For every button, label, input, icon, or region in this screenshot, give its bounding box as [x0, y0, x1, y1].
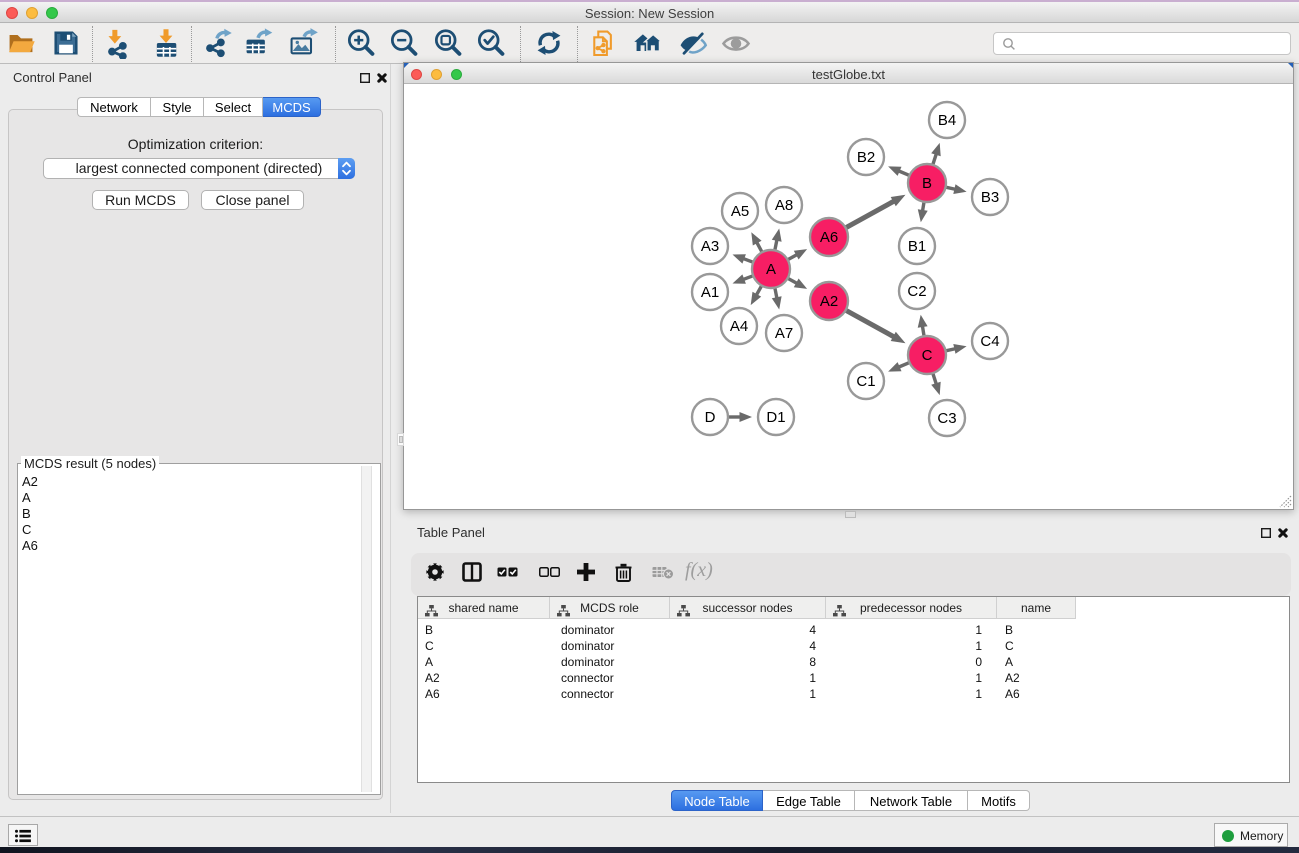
svg-text:A3: A3	[701, 238, 719, 255]
svg-text:C2: C2	[907, 283, 926, 300]
svg-text:A6: A6	[820, 229, 838, 246]
svg-text:A8: A8	[775, 197, 793, 214]
svg-text:A: A	[766, 261, 776, 278]
svg-text:A2: A2	[820, 293, 838, 310]
svg-text:D: D	[705, 409, 716, 426]
svg-text:C1: C1	[856, 373, 875, 390]
svg-text:A4: A4	[730, 318, 748, 335]
svg-text:C4: C4	[980, 333, 999, 350]
svg-text:B1: B1	[908, 238, 926, 255]
svg-text:D1: D1	[766, 409, 785, 426]
svg-text:A5: A5	[731, 203, 749, 220]
svg-text:A1: A1	[701, 284, 719, 301]
svg-text:C3: C3	[937, 410, 956, 427]
svg-text:B: B	[922, 175, 932, 192]
svg-text:B4: B4	[938, 112, 956, 129]
svg-text:B2: B2	[857, 149, 875, 166]
svg-text:A7: A7	[775, 325, 793, 342]
svg-text:C: C	[922, 347, 933, 364]
svg-text:B3: B3	[981, 189, 999, 206]
